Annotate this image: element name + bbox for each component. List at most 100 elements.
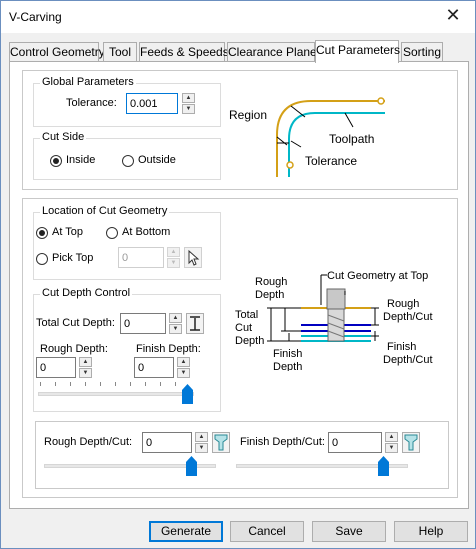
generate-button[interactable]: Generate <box>149 521 223 542</box>
spin-down-icon[interactable]: ▼ <box>167 258 180 268</box>
spin-down-icon[interactable]: ▼ <box>182 104 195 114</box>
cut-parameters-panel: Global Parameters Tolerance: ▲▼ Cut Side… <box>9 61 469 509</box>
spin-down-icon[interactable]: ▼ <box>195 443 208 453</box>
cut-side-group: Cut Side Inside Outside <box>33 131 221 180</box>
cut-depth-group: Cut Depth Control Total Cut Depth: ▲▼ Ro… <box>33 287 221 412</box>
rough-per-cut-diagram-label-1: Rough <box>387 298 419 310</box>
region-arrow <box>290 105 306 118</box>
rough-per-cut-diagram-label-2: Depth/Cut <box>383 311 433 323</box>
total-diagram-label-2: Cut <box>235 322 252 334</box>
tolerance-label: Tolerance: <box>66 97 117 109</box>
region-label: Region <box>229 108 267 122</box>
save-button[interactable]: Save <box>312 521 386 542</box>
spin-up-icon[interactable]: ▲ <box>182 93 195 103</box>
spin-down-icon[interactable]: ▼ <box>177 368 190 378</box>
tool-bit-icon <box>214 434 228 451</box>
rough-per-cut-slider-thumb[interactable] <box>186 456 197 476</box>
tab-cut-parameters[interactable]: Cut Parameters <box>315 40 400 63</box>
finish-per-cut-diagram-label-2: Depth/Cut <box>383 354 433 366</box>
measure-depth-button[interactable] <box>186 313 204 334</box>
title-bar: V-Carving ✕ <box>1 1 475 33</box>
total-cut-depth-spinner[interactable]: ▲ ▼ <box>169 313 182 334</box>
window-title: V-Carving <box>9 10 62 24</box>
toolpath-arrow <box>344 112 354 128</box>
tab-sorting[interactable]: Sorting <box>401 42 443 62</box>
finish-tool-button[interactable] <box>402 432 420 453</box>
depth-slider-ticks <box>40 382 190 386</box>
pick-top-label: Pick Top <box>52 252 94 264</box>
tab-strip: Control Geometry Tool Feeds & Speeds Cle… <box>9 40 469 63</box>
pick-top-radio[interactable] <box>36 253 48 265</box>
cut-side-title: Cut Side <box>40 131 87 143</box>
toolpath-label: Toolpath <box>329 132 374 146</box>
rough-depth-label: Rough Depth: <box>40 343 108 355</box>
at-bottom-radio[interactable] <box>106 227 118 239</box>
region-point-left <box>286 161 294 169</box>
spin-down-icon[interactable]: ▼ <box>385 443 398 453</box>
cut-geometry-at-top-label: Cut Geometry at Top <box>327 270 428 282</box>
rough-tool-button[interactable] <box>212 432 230 453</box>
cancel-button[interactable]: Cancel <box>230 521 304 542</box>
rough-depth-spinner[interactable]: ▲ ▼ <box>79 357 92 378</box>
finish-per-cut-slider-thumb[interactable] <box>378 456 389 476</box>
top-section: Global Parameters Tolerance: ▲▼ Cut Side… <box>22 70 458 190</box>
inside-radio[interactable] <box>50 155 62 167</box>
spin-down-icon[interactable]: ▼ <box>79 368 92 378</box>
location-title: Location of Cut Geometry <box>40 205 170 217</box>
cut-depth-title: Cut Depth Control <box>40 287 133 299</box>
rough-depth-input[interactable] <box>36 357 76 378</box>
rough-per-cut-input[interactable] <box>142 432 192 453</box>
total-diagram-label-3: Depth <box>235 335 264 347</box>
tool-bit-icon <box>404 434 418 451</box>
total-cut-depth-label: Total Cut Depth: <box>36 317 115 329</box>
bottom-section: Location of Cut Geometry At Top At Botto… <box>22 198 458 498</box>
at-bottom-label: At Bottom <box>122 226 171 238</box>
finish-per-cut-spinner[interactable]: ▲ ▼ <box>385 432 398 453</box>
tab-clearance-plane[interactable]: Clearance Plane <box>227 42 317 62</box>
spin-up-icon[interactable]: ▲ <box>167 247 180 257</box>
tolerance-arrow-b <box>290 140 302 148</box>
tab-tool[interactable]: Tool <box>103 42 137 62</box>
spin-up-icon[interactable]: ▲ <box>195 432 208 442</box>
help-button[interactable]: Help <box>394 521 468 542</box>
spin-up-icon[interactable]: ▲ <box>169 313 182 323</box>
pick-top-input[interactable] <box>118 247 164 268</box>
spin-up-icon[interactable]: ▲ <box>177 357 190 367</box>
tab-feeds-speeds[interactable]: Feeds & Speeds <box>139 42 229 62</box>
total-diagram-label-1: Total <box>235 309 258 321</box>
spin-up-icon[interactable]: ▲ <box>385 432 398 442</box>
at-top-radio[interactable] <box>36 227 48 239</box>
global-parameters-group: Global Parameters Tolerance: ▲▼ <box>33 76 221 127</box>
region-toolpath-diagram: Region Toolpath Tolerance <box>229 97 385 177</box>
location-group: Location of Cut Geometry At Top At Botto… <box>33 205 221 280</box>
pick-cursor-button[interactable] <box>184 247 202 268</box>
depth-slider[interactable] <box>38 392 194 396</box>
close-button[interactable]: ✕ <box>431 1 475 31</box>
finish-depth-label: Finish Depth: <box>136 343 201 355</box>
finish-per-cut-input[interactable] <box>328 432 382 453</box>
pick-top-spinner[interactable]: ▲ ▼ <box>167 247 180 268</box>
rough-per-cut-spinner[interactable]: ▲ ▼ <box>195 432 208 453</box>
finish-depth-diagram-label-1: Finish <box>273 348 302 360</box>
tolerance-input[interactable] <box>126 93 178 114</box>
spin-down-icon[interactable]: ▼ <box>169 324 182 334</box>
rough-depth-diagram-label-1: Rough <box>255 276 287 288</box>
outside-label: Outside <box>138 154 176 166</box>
cut-depth-diagram: Cut Geometry at Top Rough Depth Total Cu… <box>235 270 433 371</box>
tolerance-spinner[interactable]: ▲ ▼ <box>182 93 195 114</box>
tolerance-arrow-a <box>276 136 288 146</box>
spin-up-icon[interactable]: ▲ <box>79 357 92 367</box>
total-cut-depth-input[interactable] <box>120 313 166 334</box>
depth-slider-thumb[interactable] <box>182 384 193 404</box>
finish-depth-input[interactable] <box>134 357 174 378</box>
finish-depth-spinner[interactable]: ▲ ▼ <box>177 357 190 378</box>
inside-label: Inside <box>66 154 96 166</box>
depth-per-cut-group: Rough Depth/Cut: ▲▼ Finish Depth/Cut: ▲▼ <box>35 421 449 489</box>
at-top-label: At Top <box>52 226 83 238</box>
finish-per-cut-diagram-label-1: Finish <box>387 341 416 353</box>
outside-radio[interactable] <box>122 155 134 167</box>
rough-per-cut-label: Rough Depth/Cut: <box>44 436 133 448</box>
tab-control-geometry[interactable]: Control Geometry <box>9 42 105 62</box>
tolerance-diagram-label: Tolerance <box>305 154 357 168</box>
global-parameters-title: Global Parameters <box>40 76 136 88</box>
